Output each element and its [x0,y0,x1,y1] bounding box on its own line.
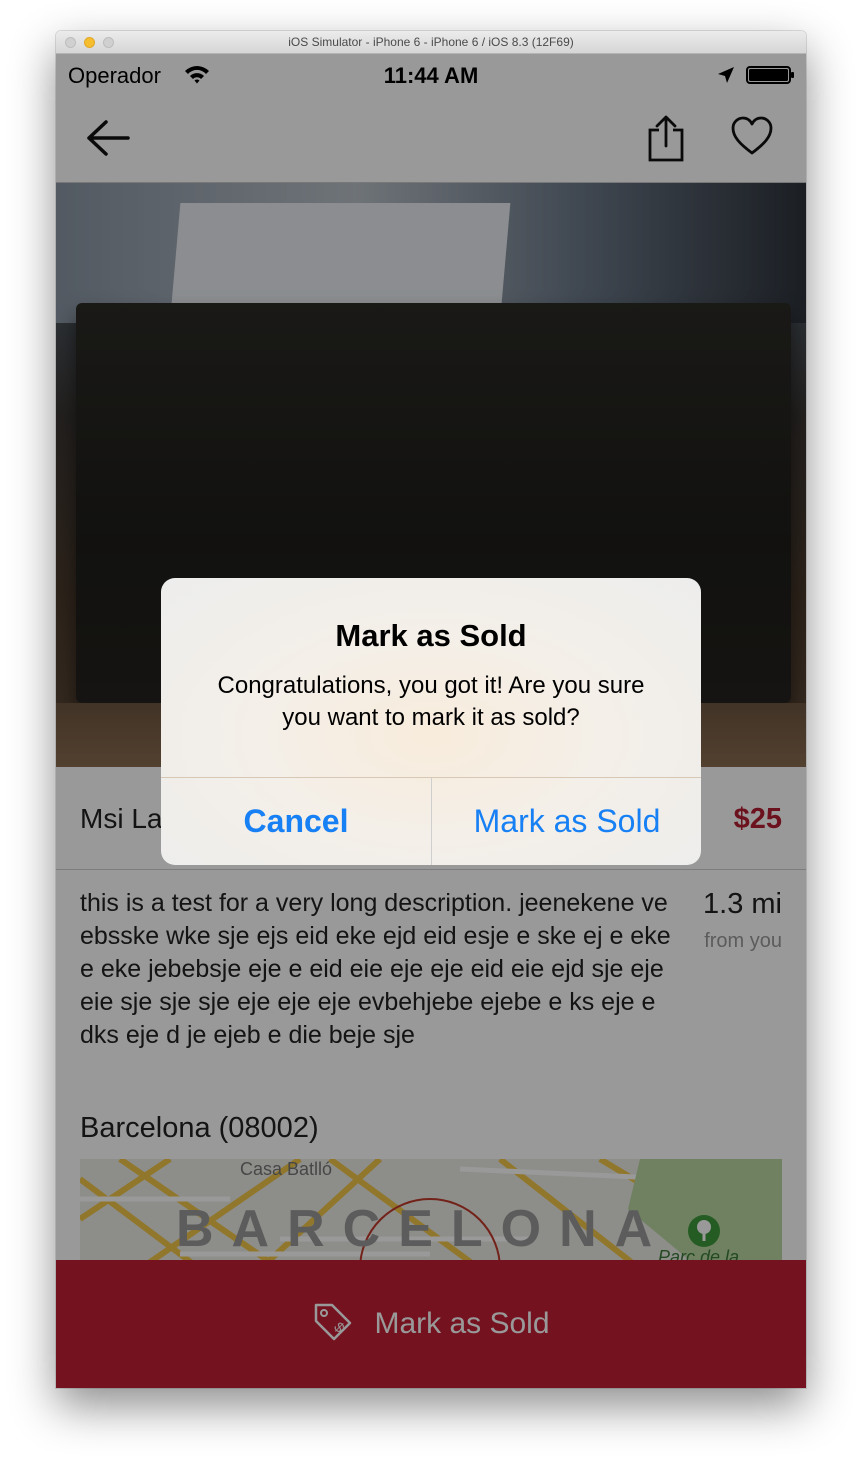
window-title: iOS Simulator - iPhone 6 - iPhone 6 / iO… [288,35,574,49]
device-screen: Operador 11:44 AM Msi La $25 this is a t… [56,54,806,1388]
simulator-window: iOS Simulator - iPhone 6 - iPhone 6 / iO… [56,31,806,1388]
simulator-titlebar: iOS Simulator - iPhone 6 - iPhone 6 / iO… [56,31,806,54]
alert-title: Mark as Sold [335,618,527,653]
alert-cancel-button[interactable]: Cancel [161,778,431,865]
mark-as-sold-alert: Mark as Sold Congratulations, you got it… [161,578,701,865]
alert-confirm-button[interactable]: Mark as Sold [432,778,701,865]
alert-message: Congratulations, you got it! Are you sur… [217,672,645,731]
